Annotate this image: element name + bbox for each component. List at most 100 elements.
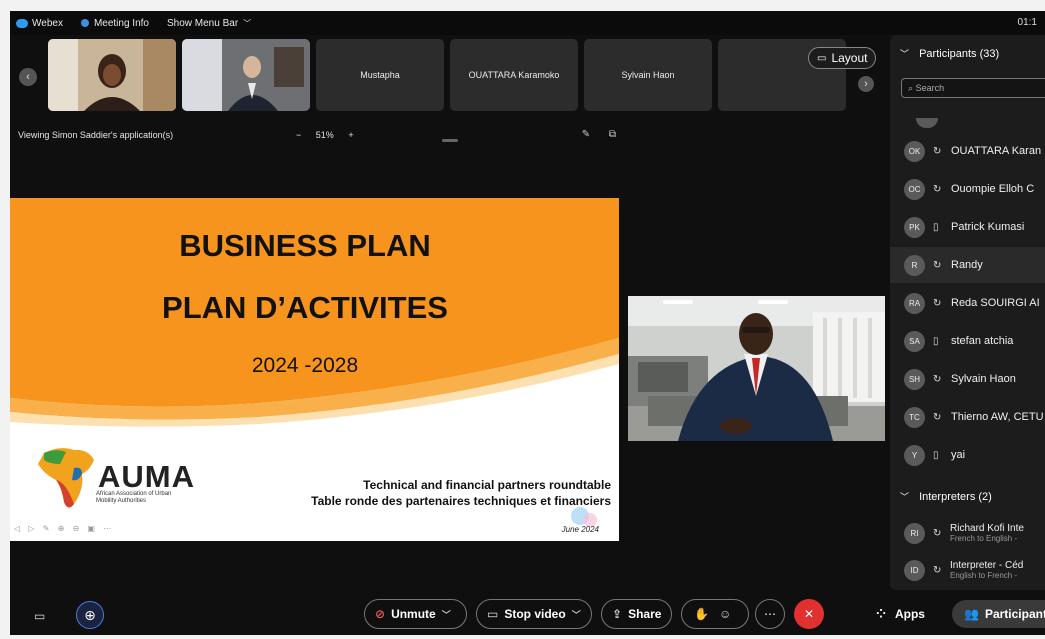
share-viewing-bar: Viewing Simon Saddier's application(s) −… xyxy=(10,127,620,145)
share-icon: ⇪ xyxy=(612,607,623,621)
interpreter-row[interactable]: RI ↻ Richard Kofi Inte French to English - xyxy=(890,515,1045,551)
phone-audio-icon: ↻ xyxy=(933,527,942,539)
video-filmstrip: ‹ Mustapha OUATTARA Karamoko Sylvain Hao… xyxy=(10,35,890,142)
popout-icon[interactable]: ⧉ xyxy=(609,129,616,140)
chat-icon[interactable]: ▭ xyxy=(34,609,45,623)
video-tile-4[interactable]: OUATTARA Karamoko xyxy=(450,39,578,111)
people-icon: 👥 xyxy=(964,607,979,621)
interpreter-name: Richard Kofi Inte xyxy=(950,523,1024,534)
chevron-right-icon: › xyxy=(864,78,868,90)
language-globe-button[interactable]: ⊕ xyxy=(76,601,104,629)
avatar: RI xyxy=(904,522,925,544)
meeting-info-button[interactable]: Meeting Info xyxy=(80,17,149,29)
participant-name: Sylvain Haon xyxy=(951,373,1016,385)
participant-name: Patrick Kumasi xyxy=(951,221,1025,233)
participant-row[interactable]: SH ↻ Sylvain Haon xyxy=(890,361,1045,397)
participant-name: Reda SOUIRGI AI xyxy=(951,297,1040,309)
apps-button[interactable]: ⁘ Apps xyxy=(876,607,925,621)
globe-icon: ⊕ xyxy=(84,606,96,623)
active-speaker-video[interactable] xyxy=(628,296,885,441)
more-options-button[interactable]: ⋯ xyxy=(755,599,785,629)
stop-video-label: Stop video xyxy=(504,607,566,621)
filmstrip-prev-button[interactable]: ‹ xyxy=(19,68,37,86)
stop-video-button[interactable]: ▭ Stop video ﹀ xyxy=(476,599,592,629)
chevron-down-icon[interactable]: ﹀ xyxy=(572,608,581,621)
interpreter-info: Interpreter - Céd English to French - xyxy=(950,560,1023,580)
unmute-button[interactable]: ⊘ Unmute ﹀ xyxy=(364,599,467,629)
show-menu-bar-button[interactable]: Show Menu Bar ﹀ xyxy=(167,18,251,29)
participant-row[interactable]: RA ↻ Reda SOUIRGI AI xyxy=(890,285,1045,321)
reactions-group: ✋ ☺ xyxy=(681,599,749,629)
show-menu-bar-label: Show Menu Bar xyxy=(167,17,239,29)
raise-hand-icon[interactable]: ✋ xyxy=(694,607,709,621)
share-label: Share xyxy=(628,607,662,621)
avatar: OC xyxy=(904,178,925,200)
participant-name: Ouompie Elloh C xyxy=(951,183,1035,195)
participant-name: stefan atchia xyxy=(951,335,1014,347)
video-tile-2[interactable] xyxy=(182,39,310,111)
share-tools: ✎ ⧉ xyxy=(566,129,616,140)
zoom-out-button[interactable]: − xyxy=(296,130,301,140)
video-camera-icon: ▭ xyxy=(487,607,499,621)
participant-row[interactable]: OK ↻ OUATTARA Karan xyxy=(890,133,1045,169)
participants-button[interactable]: 👥 Participants xyxy=(952,600,1045,628)
search-icon: ⌕ xyxy=(908,83,914,93)
app-name: Webex xyxy=(32,17,63,29)
webex-app-menu[interactable]: Webex xyxy=(10,18,63,29)
annotate-icon[interactable]: ✎ xyxy=(582,129,590,140)
auma-logo-subtitle-line2: Mobility Authorities xyxy=(96,498,147,504)
participant-row[interactable]: R ↻ Randy xyxy=(890,247,1045,283)
zoom-controls: − 51% + xyxy=(290,130,360,140)
participant-name: yai xyxy=(951,449,966,461)
interpreter-name: Interpreter - Céd xyxy=(950,560,1024,571)
video-tile-3[interactable]: Mustapha xyxy=(316,39,444,111)
participant-video-1 xyxy=(48,39,176,111)
zoom-in-button[interactable]: + xyxy=(348,130,353,140)
layout-button[interactable]: ▭ Layout xyxy=(808,47,877,69)
participants-header[interactable]: ﹀ Participants (33) xyxy=(900,47,999,60)
roundtable-french: Table ronde des partenaires techniques e… xyxy=(311,494,611,508)
leave-meeting-button[interactable]: ✕ xyxy=(794,599,824,629)
layout-icon: ▭ xyxy=(817,52,827,64)
interpreters-header[interactable]: ﹀ Interpreters (2) xyxy=(900,490,992,503)
meeting-controls-bar: ▭ ⊕ ⊘ Unmute ﹀ ▭ Stop video ﹀ ⇪ Share ✋ … xyxy=(10,594,1045,635)
participant-name: Thierno AW, CETU xyxy=(951,411,1044,423)
phone-audio-icon: ↻ xyxy=(933,373,942,385)
ellipsis-icon: ⋯ xyxy=(764,607,776,621)
filmstrip-next-button[interactable]: › xyxy=(858,76,874,92)
interpreters-count: Interpreters (2) xyxy=(919,491,992,503)
auma-logo-text: AUMA xyxy=(98,459,195,494)
chevron-down-icon[interactable]: ﹀ xyxy=(442,608,451,621)
avatar: OK xyxy=(904,140,925,162)
interpreter-row[interactable]: ID ↻ Interpreter - Céd English to French - xyxy=(890,552,1045,588)
interpreter-languages: English to French - xyxy=(950,571,1018,580)
chevron-down-icon: ﹀ xyxy=(900,49,910,59)
phone-audio-icon: ↻ xyxy=(933,297,942,309)
participants-search-input[interactable]: ⌕ Search xyxy=(901,78,1045,98)
interpreter-info: Richard Kofi Inte French to English - xyxy=(950,523,1024,543)
participant-row[interactable]: PK ▯ Patrick Kumasi xyxy=(890,209,1045,245)
viewing-label: Viewing Simon Saddier's application(s) xyxy=(18,130,174,140)
video-tile-5[interactable]: Sylvain Haon xyxy=(584,39,712,111)
mobile-device-icon: ▯ xyxy=(933,221,939,233)
phone-audio-icon: ↻ xyxy=(933,411,942,423)
share-button[interactable]: ⇪ Share xyxy=(601,599,672,629)
participant-row[interactable]: Y ▯ yai xyxy=(890,437,1045,473)
meeting-info-label: Meeting Info xyxy=(93,17,149,29)
phone-audio-icon: ↻ xyxy=(933,564,942,576)
slide-subtitle: PLAN D’ACTIVITES xyxy=(162,290,448,325)
phone-audio-icon: ↻ xyxy=(933,145,942,157)
speaker-video-frame xyxy=(628,296,885,441)
participant-row[interactable]: SA ▯ stefan atchia xyxy=(890,323,1045,359)
info-icon xyxy=(80,19,89,27)
participant-row[interactable]: TC ↻ Thierno AW, CETU xyxy=(890,399,1045,435)
slide-years: 2024 -2028 xyxy=(251,354,359,377)
app-root: Webex Meeting Info Show Menu Bar ﹀ 01:1 … xyxy=(0,0,1045,639)
avatar: SA xyxy=(904,330,925,352)
slide-title: BUSINESS PLAN xyxy=(179,228,431,263)
emoji-icon[interactable]: ☺ xyxy=(719,607,731,621)
participant-row[interactable]: OC ↻ Ouompie Elloh C xyxy=(890,171,1045,207)
video-tile-1[interactable] xyxy=(48,39,176,111)
slide-navigation-icons[interactable]: ◁ ▷ ✎ ⊕ ⊖ ▣ ⋯ xyxy=(14,524,114,533)
tile-name: Sylvain Haon xyxy=(621,70,675,80)
